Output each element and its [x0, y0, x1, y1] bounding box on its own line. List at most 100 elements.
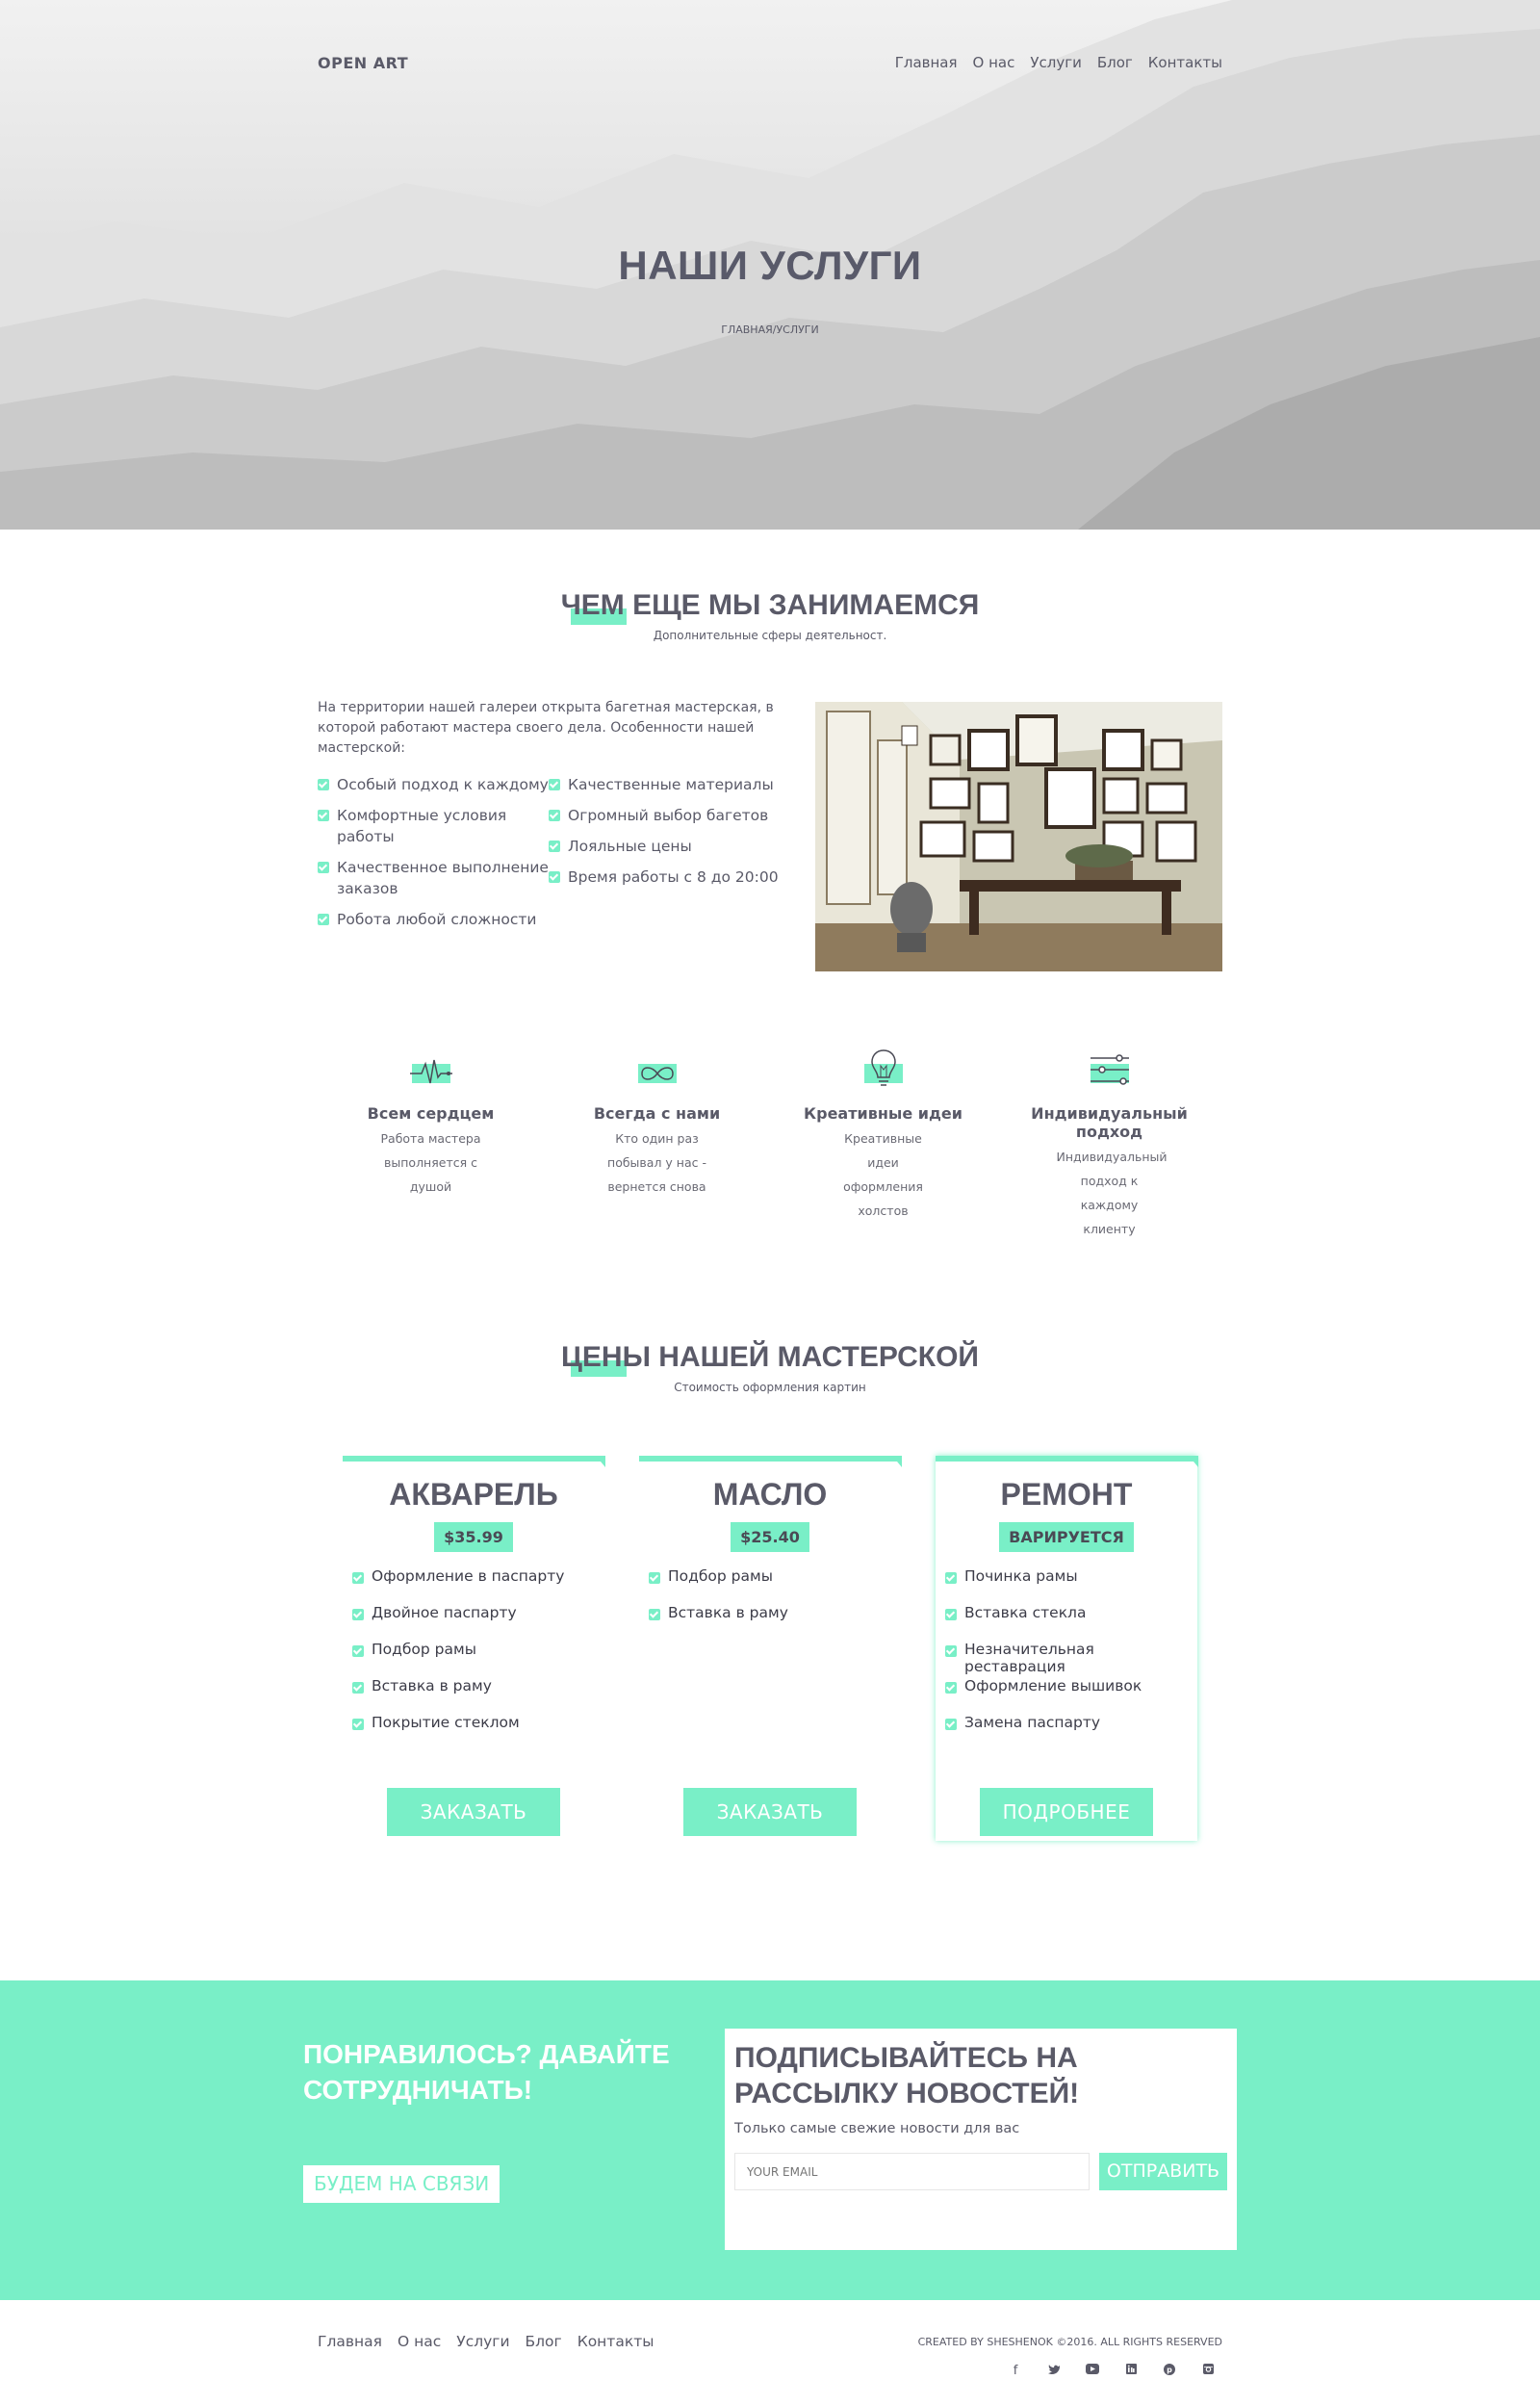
footer: Главная О нас Услуги Блог Контакты CREAT… [0, 2300, 1540, 2406]
copyright: CREATED BY SHESHENOK ©2016. ALL RIGHTS R… [917, 2336, 1222, 2348]
check-icon [945, 1572, 957, 1584]
check-icon [549, 810, 560, 821]
benefit-title: Креативные идеи [804, 1104, 962, 1123]
list-item: Огромный выбор багетов [549, 805, 780, 826]
benefits-row: Всем сердцем Работа мастера выполняется … [318, 1048, 1222, 1241]
check-icon [318, 914, 329, 925]
benefit-title: Всем сердцем [367, 1104, 495, 1123]
list-item: Покрытие стеклом [352, 1714, 604, 1750]
list-item: Незначительная реставрация [945, 1641, 1197, 1677]
check-icon [318, 779, 329, 790]
pinterest-icon[interactable]: p [1163, 2364, 1176, 2379]
footer-link-home[interactable]: Главная [318, 2333, 382, 2379]
facebook-icon[interactable]: f [1009, 2364, 1022, 2379]
social-links: f p [918, 2364, 1222, 2379]
benefit-text: Работа мастера выполняется с душой [380, 1131, 481, 1194]
benefit-card: Креативные идеи Креативные идеи оформлен… [770, 1048, 996, 1241]
feature-list-right: Качественные материалы Огромный выбор ба… [549, 774, 780, 940]
check-icon [318, 810, 329, 821]
check-icon [352, 1572, 364, 1584]
footer-link-contacts[interactable]: Контакты [578, 2333, 654, 2379]
send-button[interactable]: ОТПРАВИТЬ [1099, 2153, 1227, 2190]
list-item: Подбор рамы [352, 1641, 604, 1677]
list-item: Особый подход к каждому [318, 774, 549, 795]
benefit-card: Всем сердцем Работа мастера выполняется … [318, 1048, 544, 1241]
infinity-icon [640, 1067, 674, 1080]
heartbeat-icon [409, 1059, 452, 1084]
list-item: Время работы с 8 до 20:00 [549, 867, 780, 888]
cta-title: ПОНРАВИЛОСЬ? ДАВАЙТЕ СОТРУДНИЧАТЬ! [303, 2039, 670, 2105]
benefit-title: Индивидуальный подход [1031, 1104, 1188, 1141]
benefit-text: Индивидуальный подход к каждому клиенту [1056, 1150, 1168, 1236]
list-item: Двойное паспарту [352, 1604, 604, 1641]
list-item: Починка рамы [945, 1567, 1197, 1604]
list-item: Замена паспарту [945, 1714, 1197, 1750]
newsletter-text: Только самые свежие новости для вас [734, 2121, 1020, 2136]
hero-banner: OPEN ART Главная О нас Услуги Блог Конта… [0, 0, 1540, 530]
footer-link-about[interactable]: О нас [398, 2333, 441, 2379]
main-menu: Главная О нас Услуги Блог Контакты [895, 54, 1222, 71]
list-item: Вставка стекла [945, 1604, 1197, 1641]
instagram-icon[interactable] [1201, 2364, 1215, 2379]
price-badge: $35.99 [434, 1522, 513, 1552]
list-item: Подбор рамы [649, 1567, 901, 1604]
sliders-icon [1090, 1054, 1129, 1085]
youtube-icon[interactable] [1086, 2364, 1099, 2379]
prices-section: ЦЕНЫ НАШЕЙ МАСТЕРСКОЙ Стоимость оформлен… [0, 1241, 1540, 1841]
list-item: Вставка в раму [352, 1677, 604, 1714]
check-icon [945, 1719, 957, 1730]
services-section: ЧЕМ ЕЩЕ МЫ ЗАНИМАЕМСЯ Дополнительные сфе… [0, 530, 1540, 1241]
order-button[interactable]: ЗАКАЗАТЬ [683, 1788, 857, 1836]
details-button[interactable]: ПОДРОБНЕЕ [980, 1788, 1153, 1836]
workshop-photo [815, 702, 1222, 971]
order-button[interactable]: ЗАКАЗАТЬ [387, 1788, 560, 1836]
footer-link-blog[interactable]: Блог [526, 2333, 562, 2379]
price-card: МАСЛО $25.40 Подбор рамы Вставка в раму … [639, 1456, 902, 1841]
check-icon [945, 1609, 957, 1620]
top-nav: OPEN ART Главная О нас Услуги Блог Конта… [318, 0, 1222, 125]
list-item: Качественное выполнение заказов [318, 857, 549, 899]
menu-item-home[interactable]: Главная [895, 54, 958, 71]
benefit-text: Креативные идеи оформления холстов [843, 1131, 923, 1218]
check-icon [549, 841, 560, 852]
twitter-icon[interactable] [1047, 2364, 1061, 2379]
check-icon [945, 1682, 957, 1694]
menu-item-services[interactable]: Услуги [1030, 54, 1081, 71]
check-icon [352, 1609, 364, 1620]
menu-item-about[interactable]: О нас [973, 54, 1015, 71]
check-icon [352, 1719, 364, 1730]
benefit-title: Всегда с нами [593, 1104, 721, 1123]
price-card: АКВАРЕЛЬ $35.99 Оформление в паспарту Дв… [343, 1456, 605, 1841]
check-icon [549, 871, 560, 883]
intro-text: На территории нашей галереи открыта баге… [318, 700, 774, 756]
check-icon [549, 779, 560, 790]
price-badge: ВАРИРУЕТСЯ [999, 1522, 1134, 1552]
card-title: АКВАРЕЛЬ [389, 1477, 558, 1512]
newsletter-title: ПОДПИСЫВАЙТЕСЬ НА РАССЫЛКУ НОВОСТЕЙ! [734, 2042, 1080, 2109]
newsletter-box: ПОДПИСЫВАЙТЕСЬ НА РАССЫЛКУ НОВОСТЕЙ! Тол… [725, 2029, 1237, 2250]
price-badge: $25.40 [731, 1522, 809, 1552]
check-icon [945, 1645, 957, 1657]
page-title: НАШИ УСЛУГИ [618, 243, 922, 288]
check-icon [649, 1572, 660, 1584]
breadcrumb[interactable]: ГЛАВНАЯ/УСЛУГИ [318, 323, 1222, 336]
benefit-text: Кто один раз побывал у нас - вернется сн… [607, 1131, 706, 1194]
lightbulb-icon [870, 1049, 896, 1086]
section-title: ЧЕМ ЕЩЕ МЫ ЗАНИМАЕМСЯ [561, 589, 979, 625]
section-subtitle: Стоимость оформления картин [674, 1381, 866, 1394]
menu-item-contacts[interactable]: Контакты [1148, 54, 1222, 71]
linkedin-icon[interactable] [1124, 2364, 1138, 2379]
list-item: Оформление в паспарту [352, 1567, 604, 1604]
benefit-card: Всегда с нами Кто один раз побывал у нас… [544, 1048, 770, 1241]
check-icon [318, 862, 329, 873]
footer-menu: Главная О нас Услуги Блог Контакты [318, 2333, 654, 2379]
menu-item-blog[interactable]: Блог [1097, 54, 1133, 71]
svg-text:p: p [1167, 2366, 1172, 2374]
contact-button[interactable]: БУДЕМ НА СВЯЗИ [303, 2165, 500, 2203]
logo[interactable]: OPEN ART [318, 54, 408, 72]
footer-link-services[interactable]: Услуги [456, 2333, 509, 2379]
card-title: РЕМОНТ [1000, 1477, 1133, 1512]
list-item: Комфортные условия работы [318, 805, 549, 847]
email-field[interactable] [734, 2153, 1090, 2190]
section-subtitle: Дополнительные сферы деятельност. [653, 629, 887, 642]
